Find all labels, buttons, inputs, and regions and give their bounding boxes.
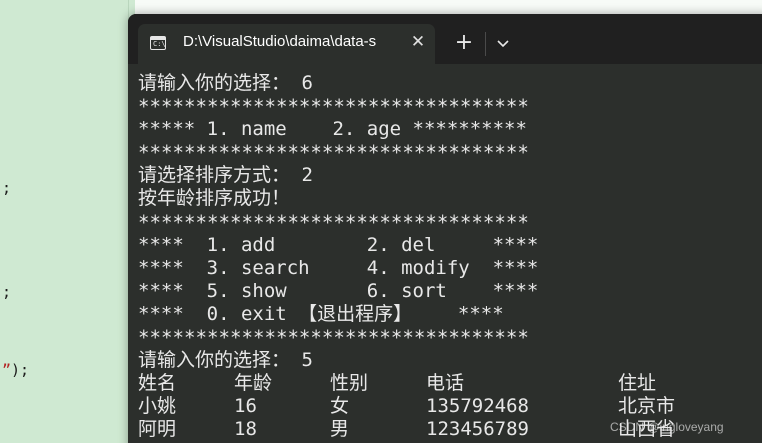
console-output: 请输入你的选择： 6 *****************************… bbox=[138, 72, 758, 442]
code-fragment-rest: ); bbox=[11, 361, 30, 379]
header-phone: 电话 bbox=[426, 372, 465, 395]
close-tab-button[interactable]: ✕ bbox=[407, 31, 429, 53]
header-name: 姓名 bbox=[138, 372, 177, 395]
header-address: 住址 bbox=[618, 372, 657, 395]
console-line: ***** 1. name 2. age ********** bbox=[138, 118, 527, 141]
chevron-down-icon[interactable] bbox=[490, 31, 516, 57]
cell-address: 北京市 bbox=[618, 395, 676, 418]
console-line: ********************************** bbox=[138, 326, 529, 350]
terminal-icon-glyph: C:\ bbox=[153, 40, 166, 48]
console-line: ********************************** bbox=[138, 141, 529, 165]
code-fragment: ”); bbox=[2, 361, 29, 379]
cell-age: 18 bbox=[234, 418, 257, 441]
background-code-editor: ; ; ”); bbox=[0, 0, 135, 443]
table-row: 小姚 16 女 135792468 北京市 bbox=[138, 395, 758, 418]
title-bar[interactable]: C:\ D:\VisualStudio\daima\data-s ✕ + bbox=[128, 14, 762, 64]
cell-gender: 女 bbox=[330, 395, 350, 418]
console-line: **** 0. exit 【退出程序】 **** bbox=[138, 302, 504, 325]
cell-phone: 123456789 bbox=[426, 418, 529, 441]
console-line: ********************************** bbox=[138, 210, 529, 234]
tab-title: D:\VisualStudio\daima\data-s bbox=[183, 33, 377, 50]
cell-gender: 男 bbox=[330, 418, 350, 441]
terminal-tab[interactable]: C:\ D:\VisualStudio\daima\data-s ✕ bbox=[138, 24, 435, 64]
titlebar-divider bbox=[485, 32, 486, 56]
terminal-window: C:\ D:\VisualStudio\daima\data-s ✕ + 请输入… bbox=[128, 14, 762, 443]
cell-name: 阿明 bbox=[138, 418, 177, 441]
console-line: **** 5. show 6. sort **** bbox=[138, 279, 539, 302]
table-header-row: 姓名 年龄 性别 电话 住址 bbox=[138, 372, 758, 395]
header-gender: 性别 bbox=[330, 372, 369, 395]
cell-age: 16 bbox=[234, 395, 257, 418]
new-tab-button[interactable]: + bbox=[451, 31, 477, 57]
console-line: **** 1. add 2. del **** bbox=[138, 233, 539, 256]
code-string-fragment: ” bbox=[2, 361, 12, 379]
cell-name: 小姚 bbox=[138, 395, 177, 418]
console-line: 请选择排序方式： 2 bbox=[138, 164, 313, 187]
code-fragment: ; bbox=[2, 179, 12, 197]
console-line: **** 3. search 4. modify **** bbox=[138, 256, 539, 279]
header-age: 年龄 bbox=[234, 372, 273, 395]
code-fragment: ; bbox=[2, 283, 12, 301]
watermark: CSDN @ingloveyang bbox=[610, 420, 724, 434]
console-line: ********************************** bbox=[138, 95, 529, 119]
console-line: 按年龄排序成功！ bbox=[138, 187, 291, 210]
terminal-icon: C:\ bbox=[150, 36, 166, 50]
cell-phone: 135792468 bbox=[426, 395, 529, 418]
console-line: 请输入你的选择： 5 bbox=[138, 349, 313, 372]
console-line: 请输入你的选择： 6 bbox=[138, 72, 313, 94]
desktop: ; ; ”); C:\ D:\VisualStudio\daima\data-s… bbox=[0, 0, 762, 443]
